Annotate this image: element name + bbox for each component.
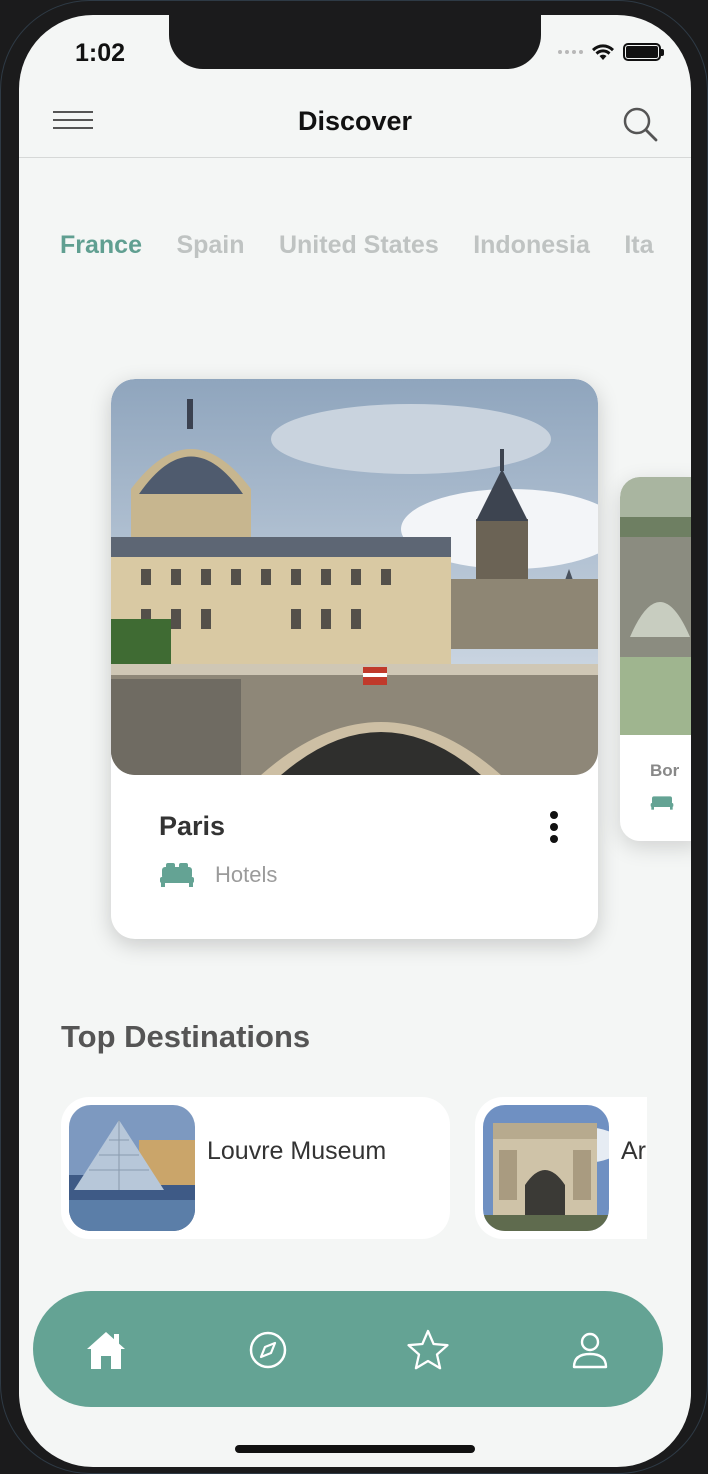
arc-thumbnail <box>483 1105 609 1231</box>
star-icon[interactable] <box>405 1327 451 1373</box>
app-bar: Discover <box>19 83 691 158</box>
featured-card-paris[interactable]: Paris Hotels <box>111 379 598 939</box>
featured-card-next[interactable]: Bor <box>620 477 691 841</box>
country-tabs: France Spain United States Indonesia Ita <box>60 231 660 291</box>
status-time: 1:02 <box>75 39 126 67</box>
battery-icon <box>623 43 664 61</box>
tab-united-states[interactable]: United States <box>279 231 439 260</box>
destination-name: Louvre Museum <box>207 1137 387 1165</box>
bed-icon <box>160 863 194 887</box>
page-title: Discover <box>297 106 413 136</box>
home-icon[interactable] <box>83 1327 129 1373</box>
destination-name: Ar <box>621 1137 646 1165</box>
destination-card-arc[interactable]: Ar <box>475 1097 647 1239</box>
wifi-icon <box>592 44 614 60</box>
destination-card-louvre[interactable]: Louvre Museum <box>61 1097 450 1239</box>
louvre-thumbnail <box>69 1105 195 1231</box>
tab-indonesia[interactable]: Indonesia <box>473 231 590 260</box>
compass-icon[interactable] <box>245 1327 291 1373</box>
user-icon[interactable] <box>567 1327 613 1373</box>
card-title: Paris <box>159 811 226 841</box>
search-icon[interactable] <box>621 105 659 143</box>
card-category: Hotels <box>215 862 278 887</box>
section-title-top-destinations: Top Destinations <box>61 1019 311 1054</box>
device-frame: 1:02 Discover France Spain United States… <box>0 0 708 1474</box>
next-card-photo <box>620 477 691 735</box>
bottom-navigation <box>33 1291 663 1407</box>
app-screen: 1:02 Discover France Spain United States… <box>19 15 691 1467</box>
tab-france[interactable]: France <box>60 231 142 260</box>
bed-icon <box>650 796 674 810</box>
card-title: Bor <box>650 761 680 780</box>
tab-spain[interactable]: Spain <box>176 231 244 260</box>
signal-icon <box>558 50 583 54</box>
more-vertical-icon[interactable] <box>550 811 560 845</box>
tab-italy[interactable]: Ita <box>624 231 653 260</box>
device-notch <box>169 15 541 69</box>
status-icons <box>558 43 664 61</box>
paris-photo <box>111 379 598 775</box>
home-indicator[interactable] <box>235 1445 475 1453</box>
